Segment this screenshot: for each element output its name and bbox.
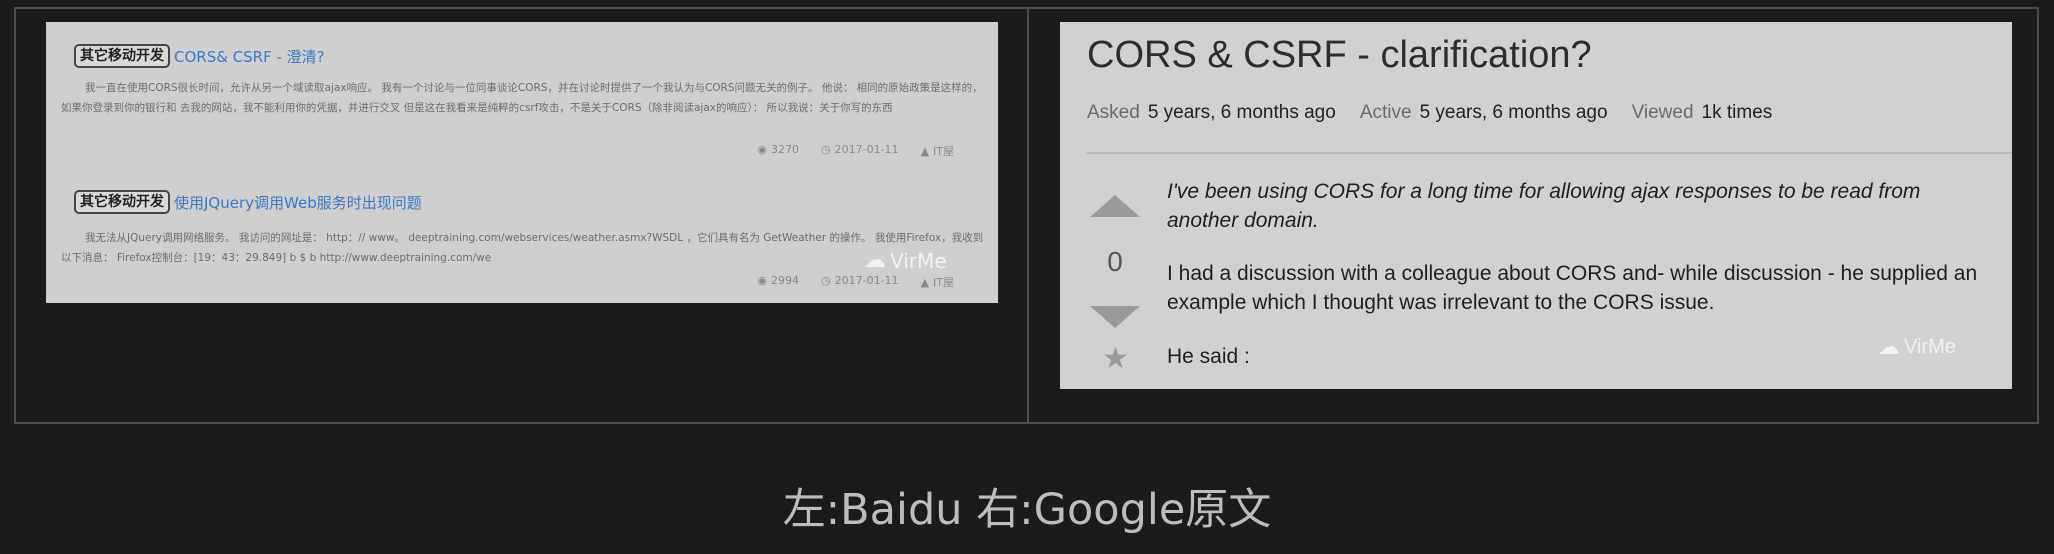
views-count: ◉ 2994 [757,274,800,287]
person-icon: ▲ [920,276,930,289]
eye-icon: ◉ [757,274,768,287]
question-stats: Asked 5 years, 6 months ago Active 5 years… [1087,102,1772,124]
result-meta: ◉ 3270 ◷ 2017-01-11 ▲ IT屋 [757,143,954,159]
comparison-caption: 左:Baidu 右:Google原文 [782,485,1272,535]
wechat-icon: ☁ [1878,334,1900,359]
post-paragraph: I've been using CORS for a long time for… [1167,180,1921,232]
result-title-link[interactable]: CORS& CSRF - 澄清? [174,46,325,67]
post-date: ◷ 2017-01-11 [821,274,899,287]
question-title: CORS & CSRF - clarification? [1087,34,1592,76]
google-screenshot: CORS & CSRF - clarification? Asked 5 year… [1060,22,2012,389]
post-paragraph: I had a discussion with a colleague abou… [1167,262,1978,314]
wechat-icon: ☁ [864,248,886,273]
active-stat: Active 5 years, 6 months ago [1359,102,1608,123]
category-tag: 其它移动开发 [74,44,170,68]
viewed-stat: Viewed 1k times [1631,102,1773,123]
star-icon[interactable]: ★ [1102,344,1129,374]
views-count: ◉ 3270 [757,143,800,156]
clock-icon: ◷ [821,143,831,156]
person-icon: ▲ [920,145,930,158]
watermark: ☁ VirMe [1878,334,1956,359]
clock-icon: ◷ [821,274,831,287]
result-title-link[interactable]: 使用JQuery调用Web服务时出现问题 [174,192,422,213]
author: ▲ IT屋 [920,276,954,289]
frame-divider [1027,7,1029,424]
arrow-down-icon[interactable] [1090,306,1140,328]
header-divider [1087,152,2012,154]
watermark: ☁ VirMe [864,248,947,273]
post-paragraph: He said : [1167,345,1250,368]
eye-icon: ◉ [757,143,768,156]
baidu-screenshot: 其它移动开发 CORS& CSRF - 澄清? 我一直在使用CORS很长时间，允… [46,22,998,303]
arrow-up-icon[interactable] [1090,195,1140,217]
asked-stat: Asked 5 years, 6 months ago [1087,102,1336,123]
post-date: ◷ 2017-01-11 [821,143,899,156]
vote-count: 0 [1107,246,1123,277]
result-snippet: 我无法从JQuery调用网络服务。 我访问的网址是： http：// www。 … [61,232,984,264]
result-snippet: 我一直在使用CORS很长时间，允许从另一个域读取ajax响应。 我有一个讨论与一… [61,82,983,114]
result-meta: ◉ 2994 ◷ 2017-01-11 ▲ IT屋 [757,274,954,290]
category-tag: 其它移动开发 [74,190,170,214]
result-title-line: 其它移动开发 使用JQuery调用Web服务时出现问题 [74,190,422,214]
result-title-line: 其它移动开发 CORS& CSRF - 澄清? [74,44,325,68]
author: ▲ IT屋 [920,145,954,158]
